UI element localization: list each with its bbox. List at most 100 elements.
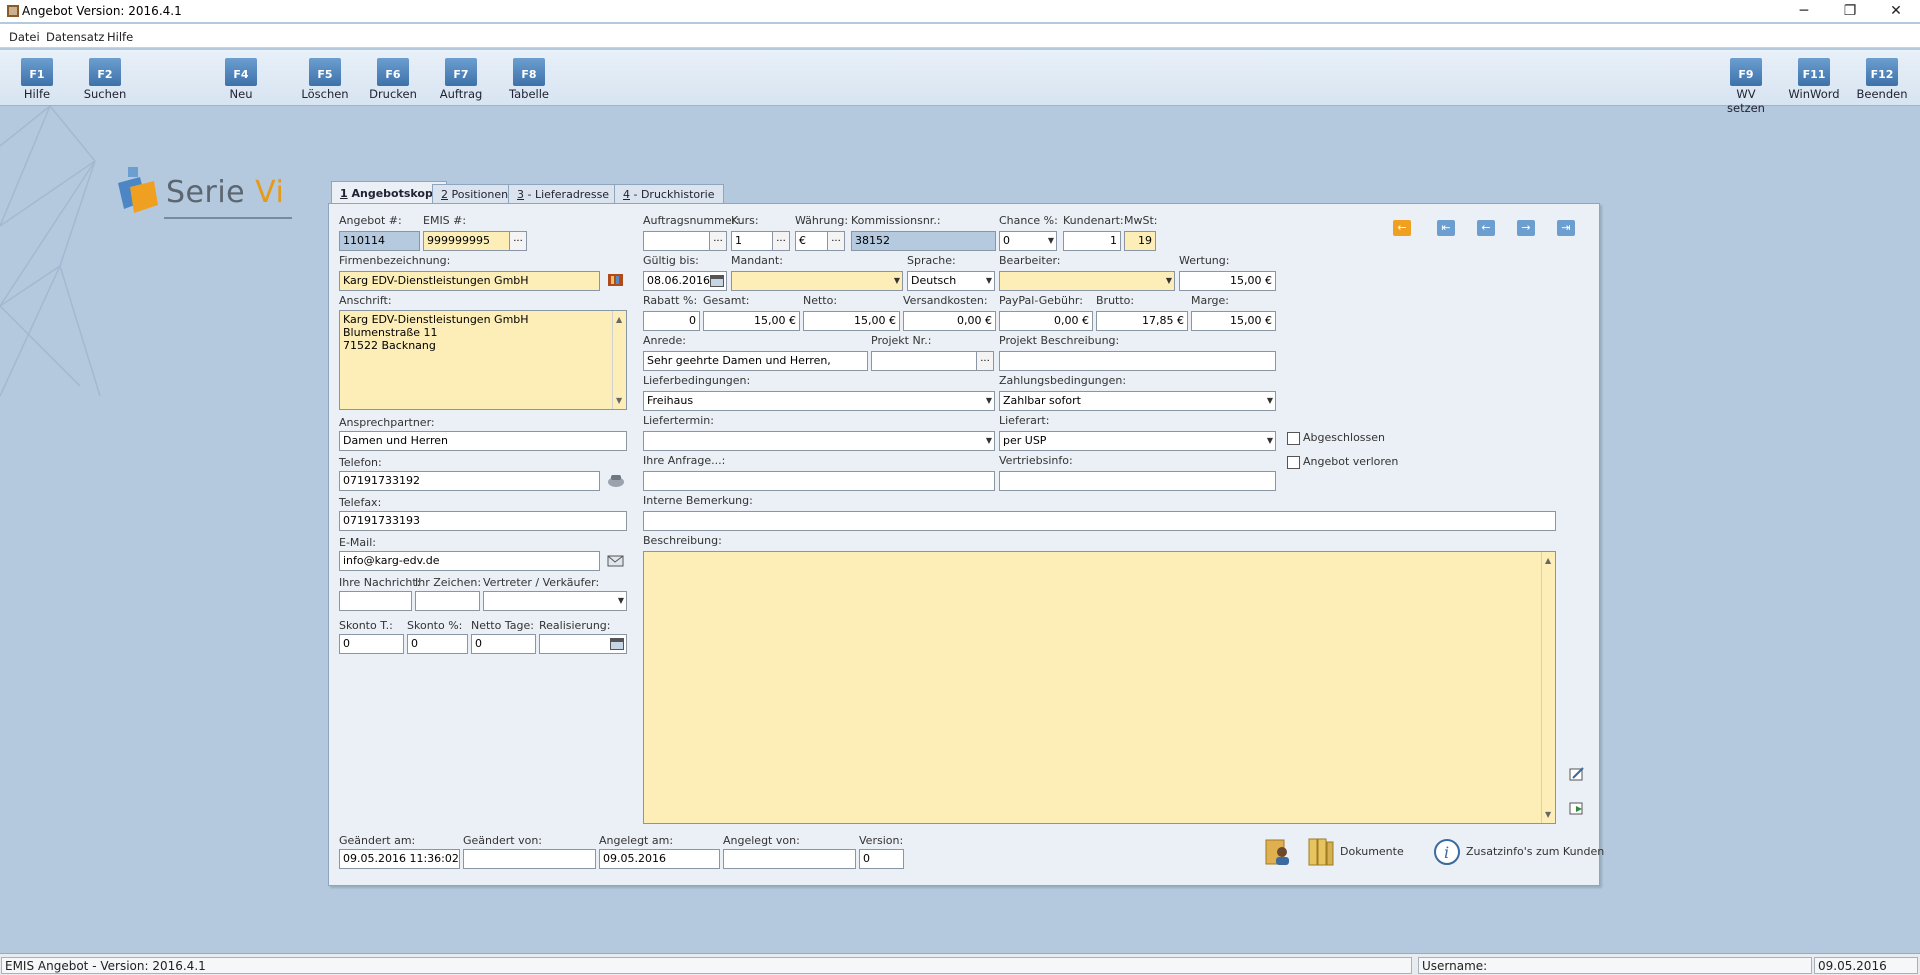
emis-nr-field[interactable]: 999999995: [423, 231, 510, 251]
scroll-up-icon[interactable]: ▲: [1545, 554, 1551, 567]
menu-datei[interactable]: Datei: [9, 30, 40, 44]
f6-print-button[interactable]: F6 Drucken: [363, 50, 423, 101]
f7-label: Auftrag: [439, 87, 483, 101]
f5-delete-button[interactable]: F5 Löschen: [295, 50, 355, 101]
bearbeiter-select[interactable]: ▼: [999, 271, 1175, 291]
scroll-down-icon[interactable]: ▼: [616, 394, 622, 407]
projekt-lookup-button[interactable]: ...: [976, 351, 994, 371]
paypal-field[interactable]: 0,00 €: [999, 311, 1093, 331]
next-record-icon[interactable]: →: [1517, 220, 1535, 236]
prev-record-icon[interactable]: ←: [1477, 220, 1495, 236]
telefon-field[interactable]: 07191733192: [339, 471, 600, 491]
edit-text-icon[interactable]: [1568, 766, 1586, 782]
first-record-icon[interactable]: ⇤: [1437, 220, 1455, 236]
vertriebsinfo-field[interactable]: [999, 471, 1276, 491]
liefertermin-select[interactable]: ▼: [643, 431, 995, 451]
angebot-nr-label: Angebot #:: [339, 214, 402, 227]
kundenart-field[interactable]: 1: [1063, 231, 1121, 251]
f2-search-button[interactable]: F2 Suchen: [75, 50, 135, 101]
auftragsnummer-field[interactable]: [643, 231, 711, 251]
insert-text-icon[interactable]: [1568, 800, 1586, 816]
send-email-icon[interactable]: [607, 552, 625, 568]
calendar-icon[interactable]: [710, 275, 724, 287]
geaendert-von-field[interactable]: [463, 849, 596, 869]
phone-icon[interactable]: [607, 472, 625, 488]
angelegt-am-field[interactable]: 09.05.2016: [599, 849, 720, 869]
skonto-t-field[interactable]: 0: [339, 634, 404, 654]
f1-help-button[interactable]: F1 Hilfe: [7, 50, 67, 101]
emis-lookup-button[interactable]: ...: [509, 231, 527, 251]
ihre-nachricht-field[interactable]: [339, 591, 412, 611]
back-arrow-icon[interactable]: ←: [1393, 220, 1411, 236]
wertung-field[interactable]: 15,00 €: [1179, 271, 1276, 291]
rabatt-field[interactable]: 0: [643, 311, 700, 331]
marge-field[interactable]: 15,00 €: [1191, 311, 1276, 331]
mandant-select[interactable]: ▼: [731, 271, 903, 291]
kurs-lookup-button[interactable]: ...: [772, 231, 790, 251]
ihr-zeichen-field[interactable]: [415, 591, 480, 611]
versandkosten-field[interactable]: 0,00 €: [903, 311, 996, 331]
firma-label: Firmenbezeichnung:: [339, 254, 451, 267]
projekt-nr-field[interactable]: [871, 351, 978, 371]
f7-order-button[interactable]: F7 Auftrag: [431, 50, 491, 101]
tab-druckhistorie[interactable]: 4 - Druckhistorie: [614, 184, 724, 204]
anrede-field[interactable]: Sehr geehrte Damen und Herren,: [643, 351, 868, 371]
sprache-select[interactable]: Deutsch ▼: [907, 271, 995, 291]
projekt-beschreibung-field[interactable]: [999, 351, 1276, 371]
kurs-field[interactable]: 1: [731, 231, 774, 251]
menu-datensatz[interactable]: Datensatz: [46, 30, 104, 44]
waehrung-field[interactable]: €: [795, 231, 829, 251]
netto-field[interactable]: 15,00 €: [803, 311, 900, 331]
kommissionsnr-field[interactable]: 38152: [851, 231, 996, 251]
minimize-button[interactable]: ─: [1781, 0, 1827, 22]
scroll-up-icon[interactable]: ▲: [616, 313, 622, 326]
scroll-down-icon[interactable]: ▼: [1545, 808, 1551, 821]
zahlungsbedingungen-select[interactable]: Zahlbar sofort ▼: [999, 391, 1276, 411]
brutto-field[interactable]: 17,85 €: [1096, 311, 1188, 331]
version-field[interactable]: 0: [859, 849, 904, 869]
mwst-field[interactable]: 19: [1124, 231, 1156, 251]
contact-folder-icon[interactable]: [1264, 836, 1292, 868]
auftragsnummer-lookup-button[interactable]: ...: [709, 231, 727, 251]
angebot-nr-field[interactable]: 110114: [339, 231, 420, 251]
geaendert-am-field[interactable]: 09.05.2016 11:36:02: [339, 849, 460, 869]
ihre-anfrage-field[interactable]: [643, 471, 995, 491]
chance-select[interactable]: 0 ▼: [999, 231, 1057, 251]
f4-new-button[interactable]: F4 Neu: [211, 50, 271, 101]
f12-exit-button[interactable]: F12 Beenden: [1852, 50, 1912, 101]
vertreter-select[interactable]: ▼: [483, 591, 627, 611]
abgeschlossen-checkbox[interactable]: [1287, 432, 1300, 445]
gueltig-bis-date-field[interactable]: 08.06.2016: [643, 271, 727, 291]
netto-tage-field[interactable]: 0: [471, 634, 536, 654]
address-book-icon[interactable]: [607, 272, 625, 288]
tab-lieferadresse[interactable]: 3 - Lieferadresse: [508, 184, 619, 204]
skonto-p-field[interactable]: 0: [407, 634, 468, 654]
lieferart-select[interactable]: per USP ▼: [999, 431, 1276, 451]
anschrift-textarea[interactable]: Karg EDV-Dienstleistungen GmbH Blumenstr…: [339, 310, 627, 410]
realisierung-date-field[interactable]: [539, 634, 627, 654]
f11-winword-button[interactable]: F11 WinWord: [1784, 50, 1844, 101]
tab-positionen[interactable]: 2 Positionen: [432, 184, 518, 204]
tab-angebotskopf[interactable]: 1 Angebotskopf: [331, 181, 447, 205]
angebot-verloren-checkbox[interactable]: [1287, 456, 1300, 469]
angelegt-von-field[interactable]: [723, 849, 856, 869]
beschreibung-scrollbar[interactable]: ▲ ▼: [1541, 552, 1555, 823]
menu-hilfe[interactable]: Hilfe: [107, 30, 133, 44]
email-field[interactable]: info@karg-edv.de: [339, 551, 600, 571]
f8-table-button[interactable]: F8 Tabelle: [499, 50, 559, 101]
calendar-icon[interactable]: [610, 638, 624, 650]
gesamt-field[interactable]: 15,00 €: [703, 311, 800, 331]
ansprechpartner-field[interactable]: Damen und Herren: [339, 431, 627, 451]
f9-set-reminder-button[interactable]: F9 WV setzen: [1716, 50, 1776, 115]
waehrung-lookup-button[interactable]: ...: [827, 231, 845, 251]
close-button[interactable]: ✕: [1873, 0, 1919, 22]
restore-button[interactable]: ❐: [1827, 0, 1873, 22]
telefax-field[interactable]: 07191733193: [339, 511, 627, 531]
interne-bemerkung-field[interactable]: [643, 511, 1556, 531]
beschreibung-textarea[interactable]: ▲ ▼: [643, 551, 1556, 824]
zusatzinfo-button[interactable]: i Zusatzinfo's zum Kunden: [1433, 836, 1604, 868]
firma-field[interactable]: Karg EDV-Dienstleistungen GmbH: [339, 271, 600, 291]
anschrift-scrollbar[interactable]: ▲ ▼: [612, 311, 626, 409]
lieferbedingungen-select[interactable]: Freihaus ▼: [643, 391, 995, 411]
last-record-icon[interactable]: ⇥: [1557, 220, 1575, 236]
